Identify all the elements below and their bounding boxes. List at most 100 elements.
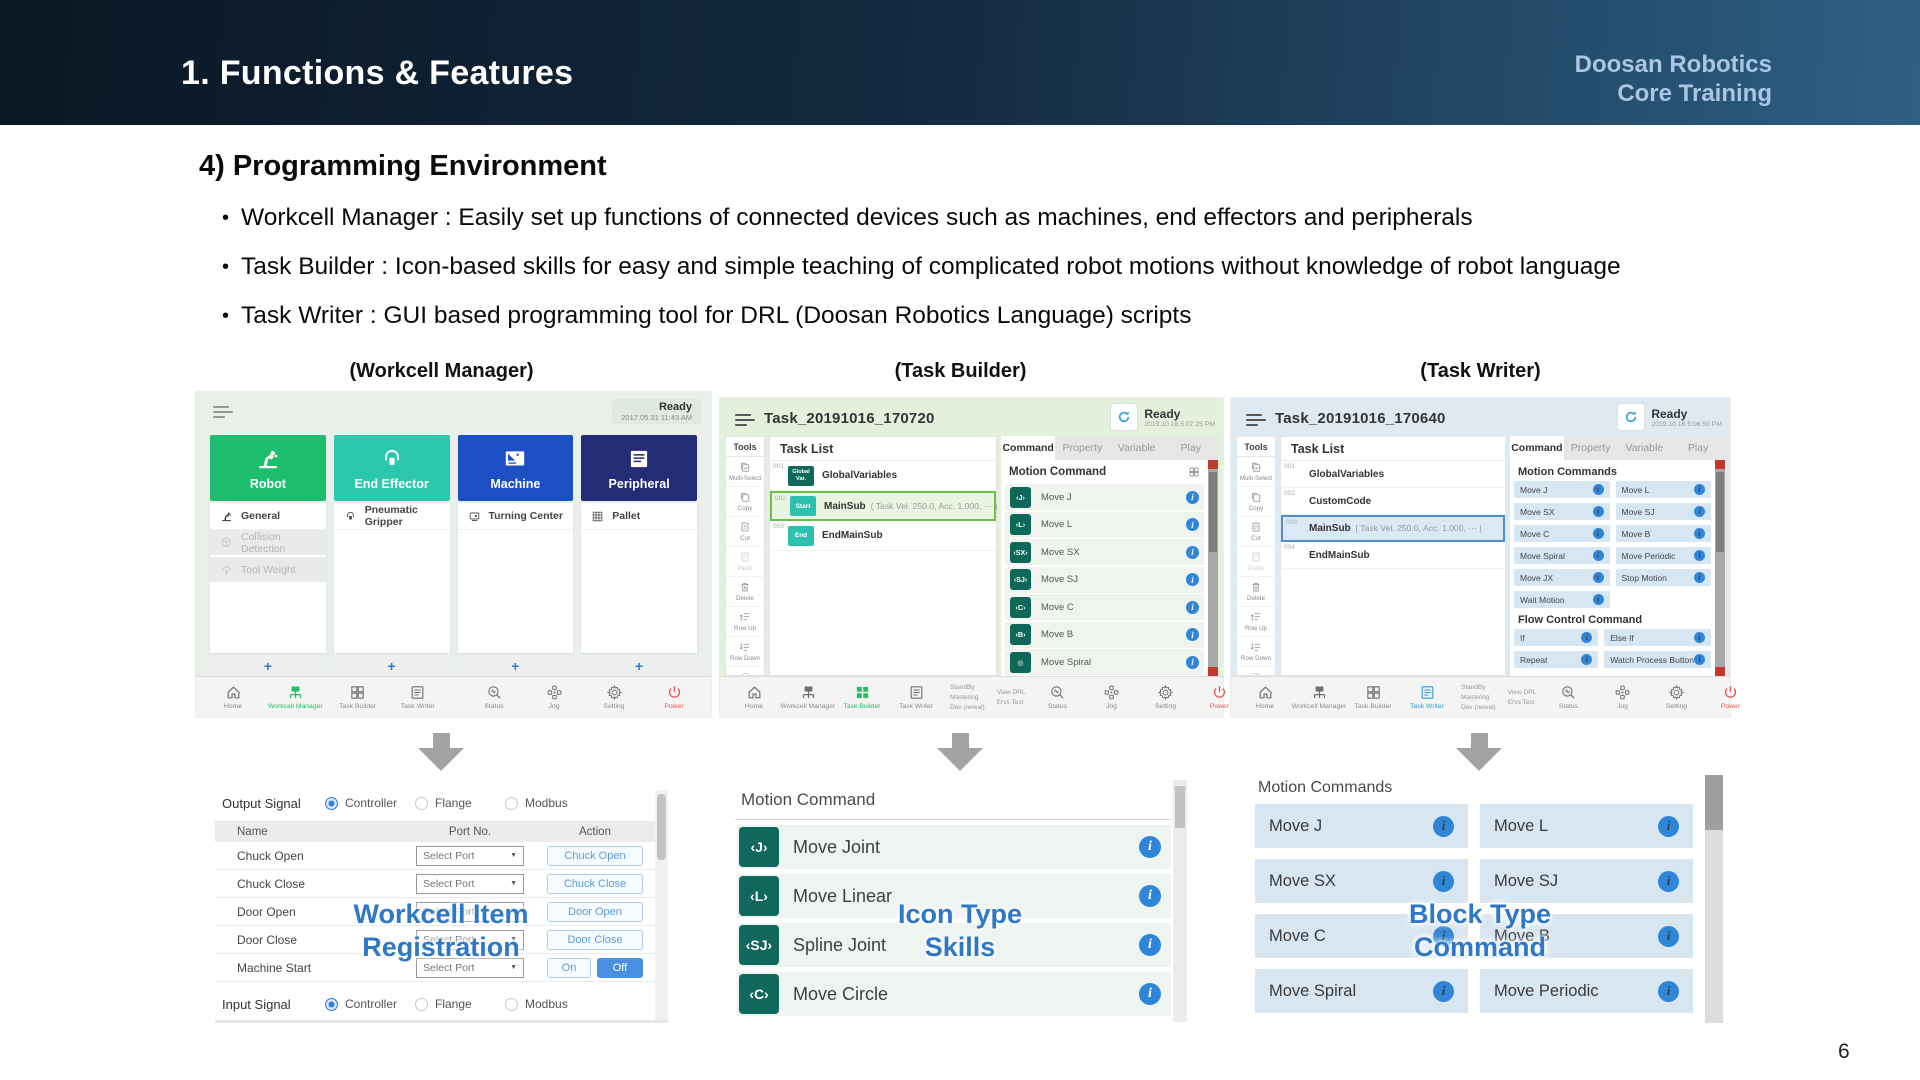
info-icon[interactable] [1658, 981, 1679, 1002]
add-peripheral-button[interactable]: + [581, 655, 697, 676]
tool-cut[interactable]: Cut [726, 517, 764, 547]
scroll-up-button[interactable] [1715, 460, 1725, 469]
tool-copy[interactable]: Copy [1237, 487, 1275, 517]
info-icon[interactable] [1694, 572, 1705, 583]
tool-row-up[interactable]: Row Up [1237, 607, 1275, 637]
nav-jog[interactable]: Jog [1600, 684, 1644, 710]
nav-status[interactable]: Status [1546, 684, 1590, 710]
tab-command[interactable]: Command [1510, 436, 1564, 460]
command-move-sx[interactable]: Move SX [1514, 503, 1610, 520]
scroll-down-button[interactable] [1715, 667, 1725, 676]
info-icon[interactable] [1593, 594, 1604, 605]
info-icon[interactable] [1186, 546, 1199, 559]
command-wait-motion[interactable]: Wait Motion [1514, 591, 1610, 608]
task-row-endmainsub[interactable]: 003 End EndMainSub [770, 521, 996, 551]
info-icon[interactable] [1694, 654, 1705, 665]
nav-setting[interactable]: Setting [589, 684, 639, 710]
block-move-j[interactable]: Move J [1255, 804, 1468, 848]
tool-paste[interactable]: Paste [726, 547, 764, 577]
nav-jog[interactable]: Jog [1089, 684, 1133, 710]
menu-icon[interactable] [213, 403, 233, 421]
nav-task-builder[interactable]: Task Builder [840, 684, 884, 710]
command-move-spiral[interactable]: Move Spiral [1514, 547, 1610, 564]
info-icon[interactable] [1433, 871, 1454, 892]
nav-jog[interactable]: Jog [529, 684, 579, 710]
scroll-down-button[interactable] [1208, 667, 1218, 676]
block-move-sx[interactable]: Move SX [1255, 859, 1468, 903]
list-item-pneumatic-gripper[interactable]: Pneumatic Gripper [334, 503, 450, 530]
info-icon[interactable] [1186, 628, 1199, 641]
info-icon[interactable] [1581, 654, 1592, 665]
info-icon[interactable] [1694, 506, 1705, 517]
port-select[interactable]: Select Port [416, 874, 524, 894]
info-icon[interactable] [1139, 983, 1161, 1005]
info-icon[interactable] [1186, 518, 1199, 531]
info-icon[interactable] [1658, 871, 1679, 892]
menu-icon[interactable] [1246, 411, 1266, 429]
list-item-collision-detection[interactable]: Collision Detection [210, 530, 326, 557]
nav-home[interactable]: Home [208, 684, 258, 710]
tool-paste[interactable]: Paste [1237, 547, 1275, 577]
task-row-mainsub-selected[interactable]: 002 Start MainSub ( Task Vel. 250.0, Acc… [770, 491, 996, 521]
nav-task-writer[interactable]: Task Writer [393, 684, 443, 710]
refresh-button[interactable] [1617, 403, 1645, 431]
command-move-sx[interactable]: ‹SX›Move SX [1005, 539, 1204, 565]
list-item-turning-center[interactable]: Turning Center [458, 503, 574, 530]
list-item-tool-weight[interactable]: Tool Weight [210, 557, 326, 584]
command-move-periodic[interactable]: Move Periodic [1616, 547, 1712, 564]
nav-workcell-manager[interactable]: Workcell Manager [786, 684, 830, 710]
tool-delete[interactable]: Delete [726, 577, 764, 607]
info-icon[interactable] [1694, 528, 1705, 539]
scrollbar[interactable] [1715, 460, 1725, 676]
command-move-jx[interactable]: Move JX [1514, 569, 1610, 586]
task-row-customcode[interactable]: 002 CustomCode [1281, 488, 1505, 515]
tab-property[interactable]: Property [1564, 436, 1618, 460]
nav-workcell-manager[interactable]: Workcell Manager [268, 684, 323, 710]
command-repeat[interactable]: Repeat [1514, 651, 1598, 668]
radio-flange[interactable]: Flange [415, 796, 505, 810]
port-select[interactable]: Select Port [416, 846, 524, 866]
tool-cut[interactable]: Cut [1237, 517, 1275, 547]
tool-delete[interactable]: Delete [1237, 577, 1275, 607]
tab-property[interactable]: Property [1055, 436, 1109, 460]
nav-setting[interactable]: Setting [1143, 684, 1187, 710]
command-move-b[interactable]: Move B [1616, 525, 1712, 542]
command-move-l[interactable]: ‹L›Move L [1005, 512, 1204, 538]
tab-command[interactable]: Command [1001, 436, 1055, 460]
info-icon[interactable] [1186, 573, 1199, 586]
tile-robot[interactable]: Robot [210, 435, 326, 501]
command-move-j[interactable]: Move J [1514, 481, 1610, 498]
command-else-if[interactable]: Else If [1604, 629, 1711, 646]
chuck-close-button[interactable]: Chuck Close [547, 874, 643, 894]
nav-task-builder[interactable]: Task Builder [1351, 684, 1395, 710]
command-move-l[interactable]: Move L [1616, 481, 1712, 498]
tool-copy[interactable]: Copy [726, 487, 764, 517]
info-icon[interactable] [1593, 506, 1604, 517]
info-icon[interactable] [1186, 656, 1199, 669]
chuck-open-button[interactable]: Chuck Open [547, 846, 643, 866]
info-icon[interactable] [1593, 528, 1604, 539]
command-move-sj[interactable]: Move SJ [1616, 503, 1712, 520]
skill-move-joint[interactable]: ‹J› Move Joint [737, 825, 1171, 869]
tile-machine[interactable]: Machine [458, 435, 574, 501]
skill-move-circle[interactable]: ‹C› Move Circle [737, 972, 1171, 1016]
nav-setting[interactable]: Setting [1654, 684, 1698, 710]
tool-row-down[interactable]: Row Down [1237, 637, 1275, 667]
scrollbar-thumb[interactable] [1209, 472, 1217, 552]
block-move-l[interactable]: Move L [1480, 804, 1693, 848]
tool-suppress[interactable]: Suppress [1237, 667, 1275, 676]
refresh-button[interactable] [1110, 403, 1138, 431]
info-icon[interactable] [1694, 484, 1705, 495]
tab-play[interactable]: Play [1164, 436, 1218, 460]
task-row-endmainsub[interactable]: 004 EndMainSub [1281, 542, 1505, 569]
scroll-up-button[interactable] [1208, 460, 1218, 469]
tool-row-down[interactable]: Row Down [726, 637, 764, 667]
radio-modbus[interactable]: Modbus [505, 796, 595, 810]
block-move-periodic[interactable]: Move Periodic [1480, 969, 1693, 1013]
info-icon[interactable] [1186, 491, 1199, 504]
command-stop-motion[interactable]: Stop Motion [1616, 569, 1712, 586]
command-if[interactable]: If [1514, 629, 1598, 646]
command-move-sj[interactable]: ‹SJ›Move SJ [1005, 567, 1204, 593]
info-icon[interactable] [1593, 550, 1604, 561]
nav-power[interactable]: Power [649, 684, 699, 710]
